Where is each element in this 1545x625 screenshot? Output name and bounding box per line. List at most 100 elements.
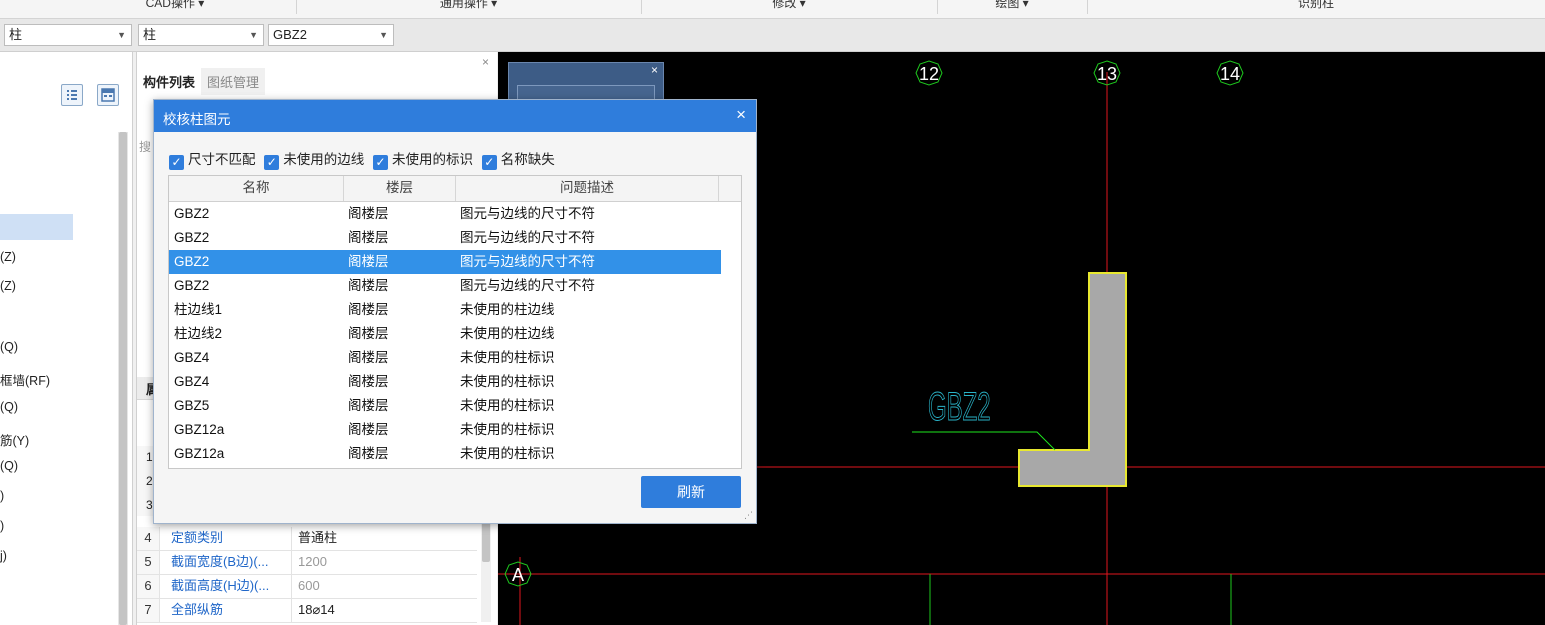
cell-description: 图元与边线的尺寸不符: [460, 206, 595, 221]
checkbox-checked-icon[interactable]: ✓: [169, 155, 184, 170]
table-row[interactable]: 柱边线1 阁楼层 未使用的柱边线: [169, 298, 721, 322]
panel-view-icon[interactable]: [97, 84, 119, 106]
cell-name: GBZ2: [174, 206, 210, 221]
cell-description: 未使用的柱标识: [460, 398, 555, 413]
column-header-floor[interactable]: 楼层: [344, 176, 456, 201]
tab-drawing-management[interactable]: 图纸管理: [201, 68, 266, 95]
checkbox-size-mismatch[interactable]: ✓ 尺寸不匹配: [169, 148, 256, 170]
panel-tabs: 构件列表 图纸管理: [137, 68, 266, 95]
selector-toolbar: 柱 ▼ 柱 ▼ GBZ2 ▼: [0, 19, 1545, 52]
property-value[interactable]: 600: [291, 575, 484, 598]
ribbon-group-identify-column[interactable]: 识别柱: [1087, 0, 1545, 14]
cell-name: GBZ2: [174, 278, 210, 293]
table-row[interactable]: GBZ2 阁楼层 图元与边线的尺寸不符: [169, 202, 721, 226]
checkbox-name-missing[interactable]: ✓ 名称缺失: [481, 148, 555, 170]
column-gbz2-shape[interactable]: [1018, 272, 1127, 487]
table-row[interactable]: GBZ12a 阁楼层 未使用的柱标识: [169, 442, 721, 466]
cell-name: 柱边线1: [174, 302, 223, 317]
checkbox-checked-icon[interactable]: ✓: [373, 155, 389, 170]
ribbon-group-general-ops[interactable]: 通用操作 ▾: [296, 0, 642, 14]
cell-name: GBZ4: [174, 350, 210, 365]
table-row[interactable]: GBZ12a 阁楼层 未使用的柱标识: [169, 418, 721, 442]
axis-bubble-12: 12: [915, 60, 943, 86]
table-row[interactable]: GBZ4 阁楼层 未使用的柱标识: [169, 346, 721, 370]
cell-floor: 阁楼层: [348, 374, 389, 389]
property-row[interactable]: 6 截面高度(H边)(... 600: [137, 575, 477, 599]
tree-scrollbar-thumb[interactable]: [119, 132, 127, 625]
resize-grip-icon[interactable]: ⋰: [744, 510, 753, 521]
table-row[interactable]: GBZ5 阁楼层 未使用的柱标识: [169, 394, 721, 418]
tree-scrollbar[interactable]: [118, 132, 128, 625]
property-value[interactable]: 18⌀14: [291, 599, 484, 622]
component-name-value: GBZ2: [273, 27, 307, 42]
tree-item-selected[interactable]: [0, 214, 73, 240]
property-value[interactable]: 1200: [291, 551, 484, 574]
cell-name: 柱边线2: [174, 326, 223, 341]
cell-name: GBZ5: [174, 398, 210, 413]
table-row[interactable]: 柱边线2 阁楼层 未使用的柱边线: [169, 322, 721, 346]
ribbon-group-modify[interactable]: 修改 ▾: [641, 0, 938, 14]
ribbon-group-draw[interactable]: 绘图 ▾: [937, 0, 1088, 14]
cell-description: 未使用的柱标识: [460, 350, 555, 365]
property-name: 全部纵筋: [171, 602, 224, 617]
list-view-icon[interactable]: [61, 84, 83, 106]
verify-column-dialog: 校核柱图元 × ✓ 尺寸不匹配 ✓ 未使用的边线 ✓ 未使用的标识 ✓ 名称缺失 名称 …: [153, 99, 757, 524]
component-tree-panel: (Z) (Z) (Q) 框墙(RF) (Q) 筋(Y) (Q) ) ) j): [0, 52, 133, 625]
cell-floor: 阁楼层: [348, 326, 389, 341]
tree-item[interactable]: ): [0, 489, 4, 503]
column-header-description[interactable]: 问题描述: [456, 176, 719, 201]
component-name-combo[interactable]: GBZ2 ▼: [268, 24, 394, 46]
element-type-combo[interactable]: 柱 ▼: [4, 24, 132, 46]
property-value[interactable]: 普通柱: [291, 527, 484, 550]
table-row[interactable]: GBZ4 阁楼层 未使用的柱标识: [169, 370, 721, 394]
row-number: 1: [146, 450, 153, 464]
dialog-titlebar[interactable]: 校核柱图元 ×: [154, 100, 756, 132]
checkbox-unused-edge[interactable]: ✓ 未使用的边线: [264, 148, 364, 170]
property-row[interactable]: 5 截面宽度(B边)(... 1200: [137, 551, 477, 575]
tree-item[interactable]: j): [0, 549, 7, 563]
tree-item[interactable]: ): [0, 519, 4, 533]
table-row[interactable]: GBZ2 阁楼层 图元与边线的尺寸不符: [169, 274, 721, 298]
checkbox-label: 名称缺失: [500, 152, 555, 167]
cell-name: GBZ2: [174, 254, 210, 269]
property-name: 定额类别: [171, 530, 224, 545]
element-subtype-combo[interactable]: 柱 ▼: [138, 24, 264, 46]
axis-label-14: 14: [1220, 64, 1240, 84]
tree-item[interactable]: (Q): [0, 459, 18, 473]
axis-label-a: A: [512, 565, 524, 585]
label-leader-line: [912, 431, 1056, 451]
tree-item[interactable]: (Z): [0, 279, 16, 293]
property-row[interactable]: 7 全部纵筋 18⌀14: [137, 599, 477, 623]
cell-description: 图元与边线的尺寸不符: [460, 278, 595, 293]
element-subtype-value: 柱: [143, 27, 157, 42]
tree-item[interactable]: (Q): [0, 400, 18, 414]
issues-table: 名称 楼层 问题描述 GBZ2 阁楼层 图元与边线的尺寸不符 GBZ2 阁楼层 图元与边…: [168, 175, 742, 469]
cell-floor: 阁楼层: [348, 254, 389, 269]
property-row[interactable]: 4 定额类别 普通柱: [137, 527, 477, 551]
cell-floor: 阁楼层: [348, 446, 389, 461]
chevron-down-icon: ▼: [117, 30, 126, 40]
refresh-button[interactable]: 刷新: [641, 476, 741, 508]
cell-name: GBZ12a: [174, 422, 225, 437]
mini-panel-close-icon[interactable]: ×: [651, 63, 658, 77]
close-icon[interactable]: ×: [736, 105, 746, 125]
tree-item[interactable]: (Q): [0, 340, 18, 354]
checkbox-checked-icon[interactable]: ✓: [481, 155, 497, 170]
panel-close-icon[interactable]: ×: [482, 55, 489, 69]
table-row[interactable]: GBZ2 阁楼层 图元与边线的尺寸不符: [169, 226, 721, 250]
property-name: 截面高度(H边)(...: [171, 578, 270, 593]
tree-item[interactable]: 框墙(RF): [0, 370, 50, 389]
checkbox-unused-mark[interactable]: ✓ 未使用的标识: [373, 148, 473, 170]
chevron-down-icon: ▼: [249, 30, 258, 40]
tab-component-list[interactable]: 构件列表: [137, 68, 202, 95]
tree-item[interactable]: 筋(Y): [0, 430, 29, 449]
checkbox-checked-icon[interactable]: ✓: [264, 155, 280, 170]
table-row-selected[interactable]: GBZ2 阁楼层 图元与边线的尺寸不符: [169, 250, 721, 274]
ribbon-group-cad-ops[interactable]: CAD操作 ▾: [54, 0, 297, 14]
cell-floor: 阁楼层: [348, 302, 389, 317]
tree-item[interactable]: (Z): [0, 250, 16, 264]
column-header-name[interactable]: 名称: [169, 176, 344, 201]
property-name: 截面宽度(B边)(...: [171, 554, 269, 569]
column-label-gbz2[interactable]: GBZ2: [928, 383, 991, 429]
filter-checkboxes: ✓ 尺寸不匹配 ✓ 未使用的边线 ✓ 未使用的标识 ✓ 名称缺失: [169, 148, 560, 170]
